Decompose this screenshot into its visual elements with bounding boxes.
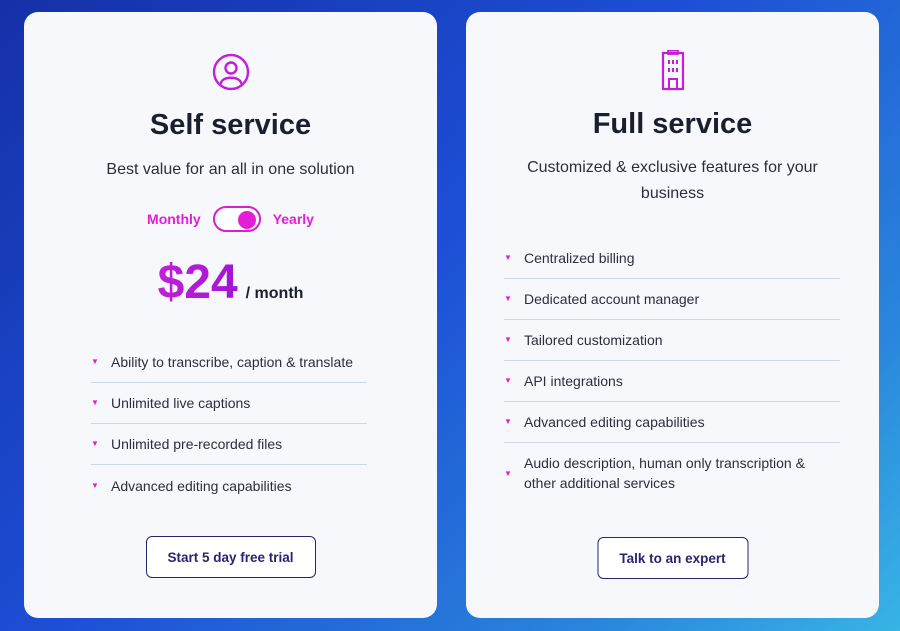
billing-period-toggle: Monthly Yearly [24, 206, 437, 232]
talk-to-expert-button[interactable]: Talk to an expert [597, 537, 748, 579]
toggle-knob [237, 211, 256, 229]
billing-toggle-switch[interactable] [212, 206, 261, 232]
feature-item: ▼ Advanced editing capabilities [504, 402, 840, 443]
price-amount: $24 [157, 256, 238, 309]
self-service-subtitle: Best value for an all in one solution [106, 161, 355, 178]
feature-item: ▼ Advanced editing capabilities [91, 465, 367, 506]
user-circle-icon [212, 53, 249, 91]
self-service-title: Self service [149, 109, 312, 141]
bullet-icon: ▼ [504, 417, 512, 426]
feature-text: API integrations [524, 373, 623, 389]
feature-item: ▼ Unlimited pre-recorded files [91, 424, 367, 465]
bullet-icon: ▼ [504, 253, 512, 262]
full-service-title: Full service [592, 108, 753, 140]
feature-text: Audio description, human only transcript… [524, 455, 805, 491]
toggle-label-yearly[interactable]: Yearly [273, 211, 314, 227]
bullet-icon: ▼ [91, 398, 99, 407]
price-period: / month [245, 285, 304, 302]
feature-text: Unlimited pre-recorded files [111, 436, 283, 452]
feature-item: ▼ Unlimited live captions [91, 383, 367, 424]
start-free-trial-button[interactable]: Start 5 day free trial [145, 536, 316, 578]
self-service-card: Self service Best value for an all in on… [24, 12, 437, 618]
price: $24 / month [24, 255, 437, 310]
feature-text: Ability to transcribe, caption & transla… [111, 354, 354, 370]
bullet-icon: ▼ [91, 357, 99, 366]
feature-item: ▼ Ability to transcribe, caption & trans… [91, 342, 367, 383]
full-service-feature-list: ▼ Centralized billing ▼ Dedicated accoun… [504, 238, 840, 505]
bullet-icon: ▼ [504, 376, 512, 385]
toggle-label-monthly[interactable]: Monthly [147, 211, 201, 227]
bullet-icon: ▼ [504, 294, 512, 303]
feature-text: Tailored customization [524, 332, 663, 348]
bullet-icon: ▼ [91, 439, 99, 448]
feature-item: ▼ Dedicated account manager [504, 279, 840, 320]
self-service-feature-list: ▼ Ability to transcribe, caption & trans… [91, 342, 367, 506]
full-service-card: Full service Customized & exclusive feat… [466, 12, 879, 618]
bullet-icon: ▼ [91, 480, 99, 490]
feature-text: Advanced editing capabilities [524, 414, 705, 430]
feature-item: ▼ Tailored customization [504, 320, 840, 361]
feature-text: Unlimited live captions [111, 395, 251, 411]
feature-item: ▼ Audio description, human only transcri… [504, 443, 840, 505]
feature-text: Centralized billing [524, 250, 635, 266]
bullet-icon: ▼ [504, 469, 512, 478]
full-service-subtitle: Customized & exclusive features for your… [527, 159, 818, 202]
bullet-icon: ▼ [504, 335, 512, 344]
feature-item: ▼ Centralized billing [504, 238, 840, 279]
feature-text: Advanced editing capabilities [111, 477, 292, 494]
feature-item: ▼ API integrations [504, 361, 840, 402]
building-icon [661, 50, 684, 91]
feature-text: Dedicated account manager [524, 291, 700, 307]
